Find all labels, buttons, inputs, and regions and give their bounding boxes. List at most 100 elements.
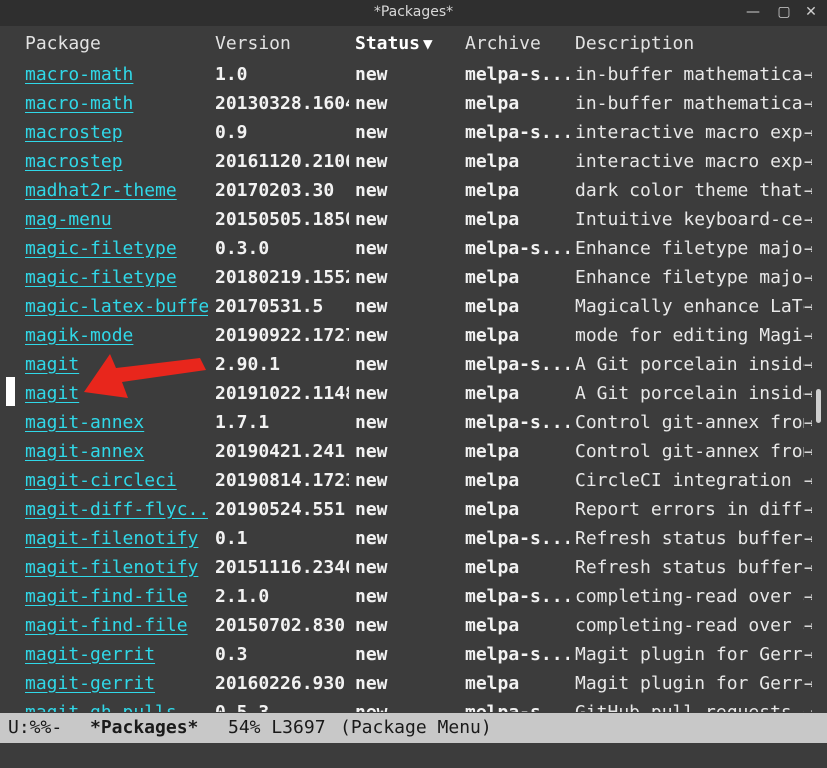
status-cell: new — [355, 209, 388, 230]
archive-cell: melpa — [465, 209, 520, 230]
version-cell: 1.0 — [215, 64, 248, 85]
package-link[interactable]: magit — [25, 354, 208, 375]
status-cell: new — [355, 354, 388, 375]
package-link[interactable]: mag-menu — [25, 209, 208, 230]
header-description[interactable]: Description — [575, 33, 694, 54]
table-row[interactable]: macro-math 1.0 new melpa-s... in-buffer math… — [0, 60, 812, 89]
package-link[interactable]: macrostep — [25, 151, 208, 172]
status-cell: new — [355, 528, 388, 549]
status-cell: new — [355, 499, 388, 520]
table-row[interactable]: macro-math 20130328.1604 new melpa in-buffer… — [0, 89, 812, 118]
close-icon[interactable]: ✕ — [802, 3, 820, 21]
table-row[interactable]: mag-menu 20150505.1850 new melpa Intuitive k… — [0, 205, 812, 234]
truncation-arrow-icon: → — [804, 209, 812, 230]
header-archive[interactable]: Archive — [465, 33, 541, 54]
package-link[interactable]: magit-circleci — [25, 470, 208, 491]
package-link[interactable]: magit — [25, 383, 208, 404]
status-cell: new — [355, 673, 388, 694]
package-link[interactable]: magik-mode — [25, 325, 208, 346]
table-row[interactable]: magit-find-file 2.1.0 new melpa-s... complet… — [0, 582, 812, 611]
table-row[interactable]: magic-latex-buffer 20170531.5 new melpa Magi… — [0, 292, 812, 321]
status-cell: new — [355, 267, 388, 288]
table-row[interactable]: macrostep 0.9 new melpa-s... interactive mac… — [0, 118, 812, 147]
package-link[interactable]: macrostep — [25, 122, 208, 143]
package-link[interactable]: magit-gh-pulls — [25, 702, 208, 712]
table-row[interactable]: magik-mode 20190922.1727 new melpa mode for … — [0, 321, 812, 350]
table-row[interactable]: magit-gh-pulls 0.5.3 new melpa-s... GitHub p… — [0, 698, 812, 712]
description-cell: A Git porcelain inside — [575, 354, 804, 375]
truncation-arrow-icon: → — [804, 615, 812, 636]
package-link[interactable]: magit-gerrit — [25, 673, 208, 694]
table-row[interactable]: magic-filetype 20180219.1552 new melpa Enhan… — [0, 263, 812, 292]
description-cell: Refresh status buffer w — [575, 557, 804, 578]
minimize-icon[interactable]: — — [744, 3, 762, 21]
truncation-arrow-icon: → — [804, 644, 812, 665]
table-row[interactable]: magic-filetype 0.3.0 new melpa-s... Enhance … — [0, 234, 812, 263]
table-row[interactable]: magit 2.90.1 new melpa-s... A Git porcelain … — [0, 350, 812, 379]
header-package[interactable]: Package — [25, 33, 101, 54]
package-link[interactable]: magit-filenotify — [25, 557, 208, 578]
package-link[interactable]: magic-filetype — [25, 238, 208, 259]
description-cell: Intuitive keyboard-cent — [575, 209, 804, 230]
truncation-arrow-icon: → — [804, 354, 812, 375]
truncation-arrow-icon: → — [804, 412, 812, 433]
version-cell: 20190922.1727 — [215, 325, 349, 346]
truncation-arrow-icon: → — [804, 238, 812, 259]
package-link[interactable]: magic-filetype — [25, 267, 208, 288]
version-cell: 0.3.0 — [215, 238, 270, 259]
package-link[interactable]: macro-math — [25, 64, 208, 85]
scrollbar[interactable] — [813, 26, 827, 712]
description-cell: Magically enhance LaTeX — [575, 296, 804, 317]
scrollbar-thumb[interactable] — [816, 389, 821, 423]
truncation-arrow-icon: → — [804, 441, 812, 462]
package-link[interactable]: magit-annex — [25, 412, 208, 433]
package-link[interactable]: magic-latex-buffer — [25, 296, 208, 317]
table-row[interactable]: magit-filenotify 20151116.2340 new melpa Ref… — [0, 553, 812, 582]
truncation-arrow-icon: → — [804, 151, 812, 172]
version-cell: 20151116.2340 — [215, 557, 349, 578]
status-cell: new — [355, 412, 388, 433]
archive-cell: melpa — [465, 615, 520, 636]
status-cell: new — [355, 383, 388, 404]
maximize-icon[interactable]: ▢ — [775, 3, 793, 21]
status-cell: new — [355, 325, 388, 346]
package-link[interactable]: magit-gerrit — [25, 644, 208, 665]
table-row[interactable]: magit-gerrit 20160226.930 new melpa Magit pl… — [0, 669, 812, 698]
version-cell: 20150505.1850 — [215, 209, 349, 230]
table-row[interactable]: magit-filenotify 0.1 new melpa-s... Refresh … — [0, 524, 812, 553]
archive-cell: melpa — [465, 296, 520, 317]
truncation-arrow-icon: → — [804, 673, 812, 694]
package-link[interactable]: magit-find-file — [25, 586, 208, 607]
truncation-arrow-icon: → — [804, 586, 812, 607]
table-row[interactable]: magit-gerrit 0.3 new melpa-s... Magit plugin… — [0, 640, 812, 669]
header-version[interactable]: Version — [215, 33, 291, 54]
table-row[interactable]: magit-find-file 20150702.830 new melpa compl… — [0, 611, 812, 640]
truncation-arrow-icon: → — [804, 64, 812, 85]
truncation-arrow-icon: → — [804, 383, 812, 404]
table-row[interactable]: macrostep 20161120.2106 new melpa interactiv… — [0, 147, 812, 176]
package-link[interactable]: magit-filenotify — [25, 528, 208, 549]
package-link[interactable]: magit-annex — [25, 441, 208, 462]
table-row[interactable]: magit-annex 20190421.241 new melpa Control g… — [0, 437, 812, 466]
table-row[interactable]: magit-annex 1.7.1 new melpa-s... Control git… — [0, 408, 812, 437]
truncation-arrow-icon: → — [804, 93, 812, 114]
version-cell: 2.90.1 — [215, 354, 281, 375]
description-cell: Report errors in diffs — [575, 499, 804, 520]
header-status[interactable]: Status — [355, 33, 420, 54]
archive-cell: melpa — [465, 180, 520, 201]
description-cell: Refresh status buffer w — [575, 528, 804, 549]
version-cell: 20160226.930 — [215, 673, 346, 694]
table-row[interactable]: madhat2r-theme 20170203.30 new melpa dark co… — [0, 176, 812, 205]
package-link[interactable]: magit-find-file — [25, 615, 208, 636]
status-cell: new — [355, 441, 388, 462]
package-link[interactable]: magit-diff-flyc... — [25, 499, 208, 520]
table-row[interactable]: magit 20191022.1148 new melpa A Git porcelai… — [0, 379, 812, 408]
description-cell: Enhance filetype major — [575, 267, 804, 288]
package-link[interactable]: madhat2r-theme — [25, 180, 208, 201]
package-link[interactable]: macro-math — [25, 93, 208, 114]
truncation-arrow-icon: → — [804, 296, 812, 317]
table-row[interactable]: magit-diff-flyc... 20190524.551 new melpa Re… — [0, 495, 812, 524]
table-row[interactable]: magit-circleci 20190814.1723 new melpa Circl… — [0, 466, 812, 495]
version-cell: 20170203.30 — [215, 180, 335, 201]
window-title: *Packages* — [373, 4, 454, 20]
